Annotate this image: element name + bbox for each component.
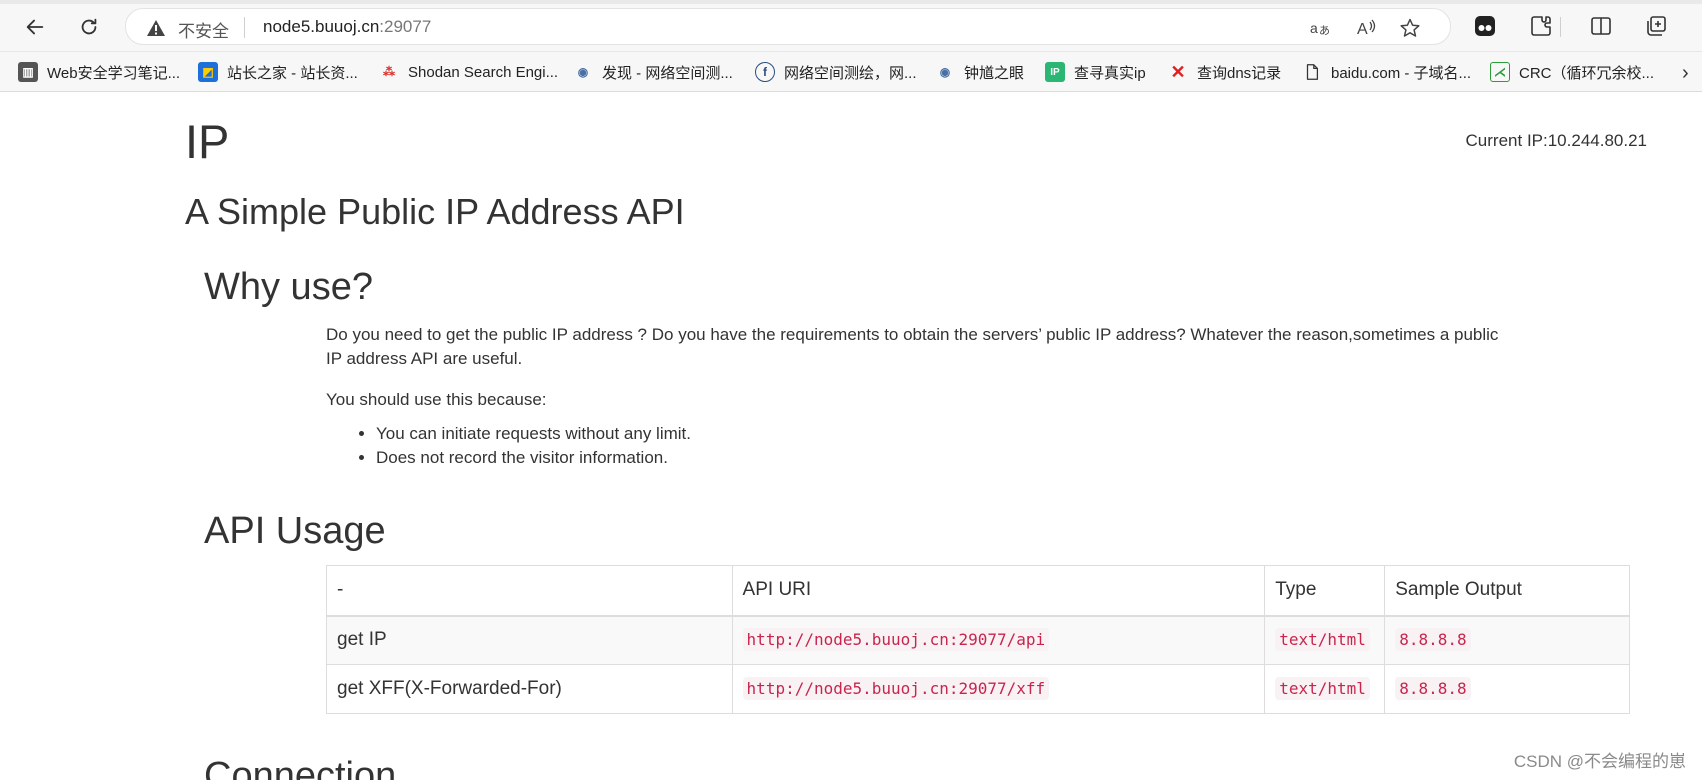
- bookmark-label: 站长之家 - 站长资...: [227, 64, 358, 82]
- bookmark-item[interactable]: baidu.com - 子域名...: [1302, 60, 1471, 84]
- split-screen-icon[interactable]: [1588, 13, 1614, 39]
- toolbar-divider: [1560, 17, 1561, 37]
- extension-tampermonkey-icon[interactable]: [1472, 13, 1498, 39]
- csdn-watermark: CSDN @不会编程的崽: [1513, 752, 1686, 771]
- svg-text:a: a: [1310, 20, 1318, 36]
- refresh-icon: [81, 18, 97, 35]
- book-icon: ▥: [18, 62, 38, 82]
- page-icon: [1302, 62, 1322, 82]
- current-ip-text: Current IP:10.244.80.21: [1465, 131, 1647, 150]
- ip-icon: IP: [1045, 62, 1065, 82]
- bookmark-label: 钟馗之眼: [964, 64, 1025, 82]
- because-text: You should use this because:: [326, 390, 547, 409]
- sample-output-code: 8.8.8.8: [1395, 677, 1471, 700]
- tab-strip-edge: [0, 0, 1702, 4]
- web-page: IP Current IP:10.244.80.21 A Simple Publ…: [0, 92, 1702, 780]
- svg-text:あ: あ: [1319, 24, 1330, 37]
- crc-icon: ⋌: [1490, 62, 1510, 82]
- type-code: text/html: [1275, 677, 1370, 700]
- extensions-puzzle-icon[interactable]: [1528, 13, 1554, 39]
- bookmark-item[interactable]: ⁂ Shodan Search Engi...: [379, 60, 558, 84]
- bookmark-label: Web安全学习笔记...: [47, 64, 181, 82]
- table-row: get XFF(X-Forwarded-For) http://node5.bu…: [326, 664, 1630, 714]
- bookmark-label: 网络空间测绘，网...: [784, 64, 917, 82]
- arrow-left-icon: [26, 19, 44, 35]
- api-usage-table: - API URI Type Sample Output get IP http…: [326, 565, 1630, 714]
- table-header: Sample Output: [1384, 565, 1630, 617]
- address-divider: [244, 17, 245, 38]
- reasons-list: You can initiate requests without any li…: [376, 422, 691, 470]
- chevron-right-icon[interactable]: ›: [1682, 62, 1689, 85]
- bookmarks-bar: ▥ Web安全学习笔记... ◩ 站长之家 - 站长资... ⁂ Shodan …: [0, 52, 1702, 92]
- row-uri-cell: http://node5.buuoj.cn:29077/api: [731, 615, 1266, 665]
- api-usage-heading: API Usage: [204, 510, 386, 552]
- row-output-cell: 8.8.8.8: [1384, 664, 1630, 714]
- table-row: get IP http://node5.buuoj.cn:29077/api t…: [326, 615, 1630, 665]
- browser-toolbar: 不安全 node5.buuoj.cn:29077 aあ A: [0, 0, 1702, 52]
- page-subtitle: A Simple Public IP Address API: [185, 191, 685, 232]
- api-uri-code: http://node5.buuoj.cn:29077/api: [742, 628, 1050, 652]
- bookmark-item[interactable]: f 网络空间测绘，网...: [755, 60, 917, 84]
- eye-icon: ◉: [939, 65, 951, 79]
- collections-icon[interactable]: [1643, 13, 1669, 39]
- url-host: node5.buuoj.cn: [263, 17, 380, 36]
- row-name-cell: get XFF(X-Forwarded-For): [326, 664, 733, 714]
- connection-heading: Connection: [204, 755, 397, 780]
- type-code: text/html: [1275, 628, 1370, 652]
- chinaz-icon: ◩: [198, 62, 218, 82]
- table-header: -: [326, 565, 733, 617]
- list-item: You can initiate requests without any li…: [376, 422, 691, 446]
- warning-icon[interactable]: [146, 18, 166, 38]
- why-use-heading: Why use?: [204, 266, 373, 308]
- bookmark-item[interactable]: ⋌ CRC（循环冗余校...: [1490, 60, 1654, 84]
- api-uri-code: http://node5.buuoj.cn:29077/xff: [742, 677, 1050, 700]
- url-text[interactable]: node5.buuoj.cn:29077: [263, 17, 431, 37]
- security-label[interactable]: 不安全: [178, 17, 229, 42]
- read-aloud-icon[interactable]: A: [1355, 17, 1377, 39]
- back-button[interactable]: [18, 10, 52, 44]
- row-type-cell: text/html: [1264, 664, 1386, 714]
- table-header: Type: [1264, 565, 1386, 617]
- reload-button[interactable]: [72, 10, 106, 44]
- address-bar[interactable]: 不安全 node5.buuoj.cn:29077 aあ A: [125, 8, 1451, 45]
- bookmark-label: baidu.com - 子域名...: [1331, 64, 1472, 82]
- bookmark-label: CRC（循环冗余校...: [1519, 64, 1655, 82]
- bookmark-item[interactable]: IP 查寻真实ip: [1045, 60, 1146, 84]
- list-item: Does not record the visitor information.: [376, 446, 691, 470]
- favorite-star-icon[interactable]: [1399, 17, 1421, 39]
- table-header: API URI: [731, 565, 1266, 617]
- bookmark-item[interactable]: ◉ 发现 - 网络空间测...: [573, 60, 733, 84]
- table-header-row: - API URI Type Sample Output: [326, 565, 1630, 617]
- bookmark-label: 发现 - 网络空间测...: [602, 64, 733, 82]
- bookmark-label: 查寻真实ip: [1074, 64, 1146, 82]
- row-name-cell: get IP: [326, 615, 733, 665]
- row-uri-cell: http://node5.buuoj.cn:29077/xff: [731, 664, 1266, 714]
- eye-icon: ◉: [577, 65, 589, 79]
- bookmark-item[interactable]: ▥ Web安全学习笔记...: [18, 60, 180, 84]
- row-output-cell: 8.8.8.8: [1384, 615, 1630, 665]
- why-use-paragraph: Do you need to get the public IP address…: [326, 325, 1499, 368]
- page-title: IP: [185, 115, 230, 168]
- translate-icon[interactable]: aあ: [1309, 17, 1331, 39]
- x-icon: ✕: [1170, 61, 1186, 82]
- bookmark-label: 查询dns记录: [1197, 64, 1282, 82]
- row-type-cell: text/html: [1264, 615, 1386, 665]
- bookmark-item[interactable]: ◉ 钟馗之眼: [935, 60, 1024, 84]
- bookmark-item[interactable]: ✕ 查询dns记录: [1168, 60, 1281, 84]
- url-port: :29077: [379, 17, 432, 36]
- shodan-icon: ⁂: [383, 65, 395, 79]
- svg-text:A: A: [1357, 21, 1368, 38]
- fofa-icon: f: [755, 62, 775, 82]
- bookmark-label: Shodan Search Engi...: [408, 63, 559, 81]
- bookmark-item[interactable]: ◩ 站长之家 - 站长资...: [198, 60, 358, 84]
- sample-output-code: 8.8.8.8: [1395, 628, 1471, 652]
